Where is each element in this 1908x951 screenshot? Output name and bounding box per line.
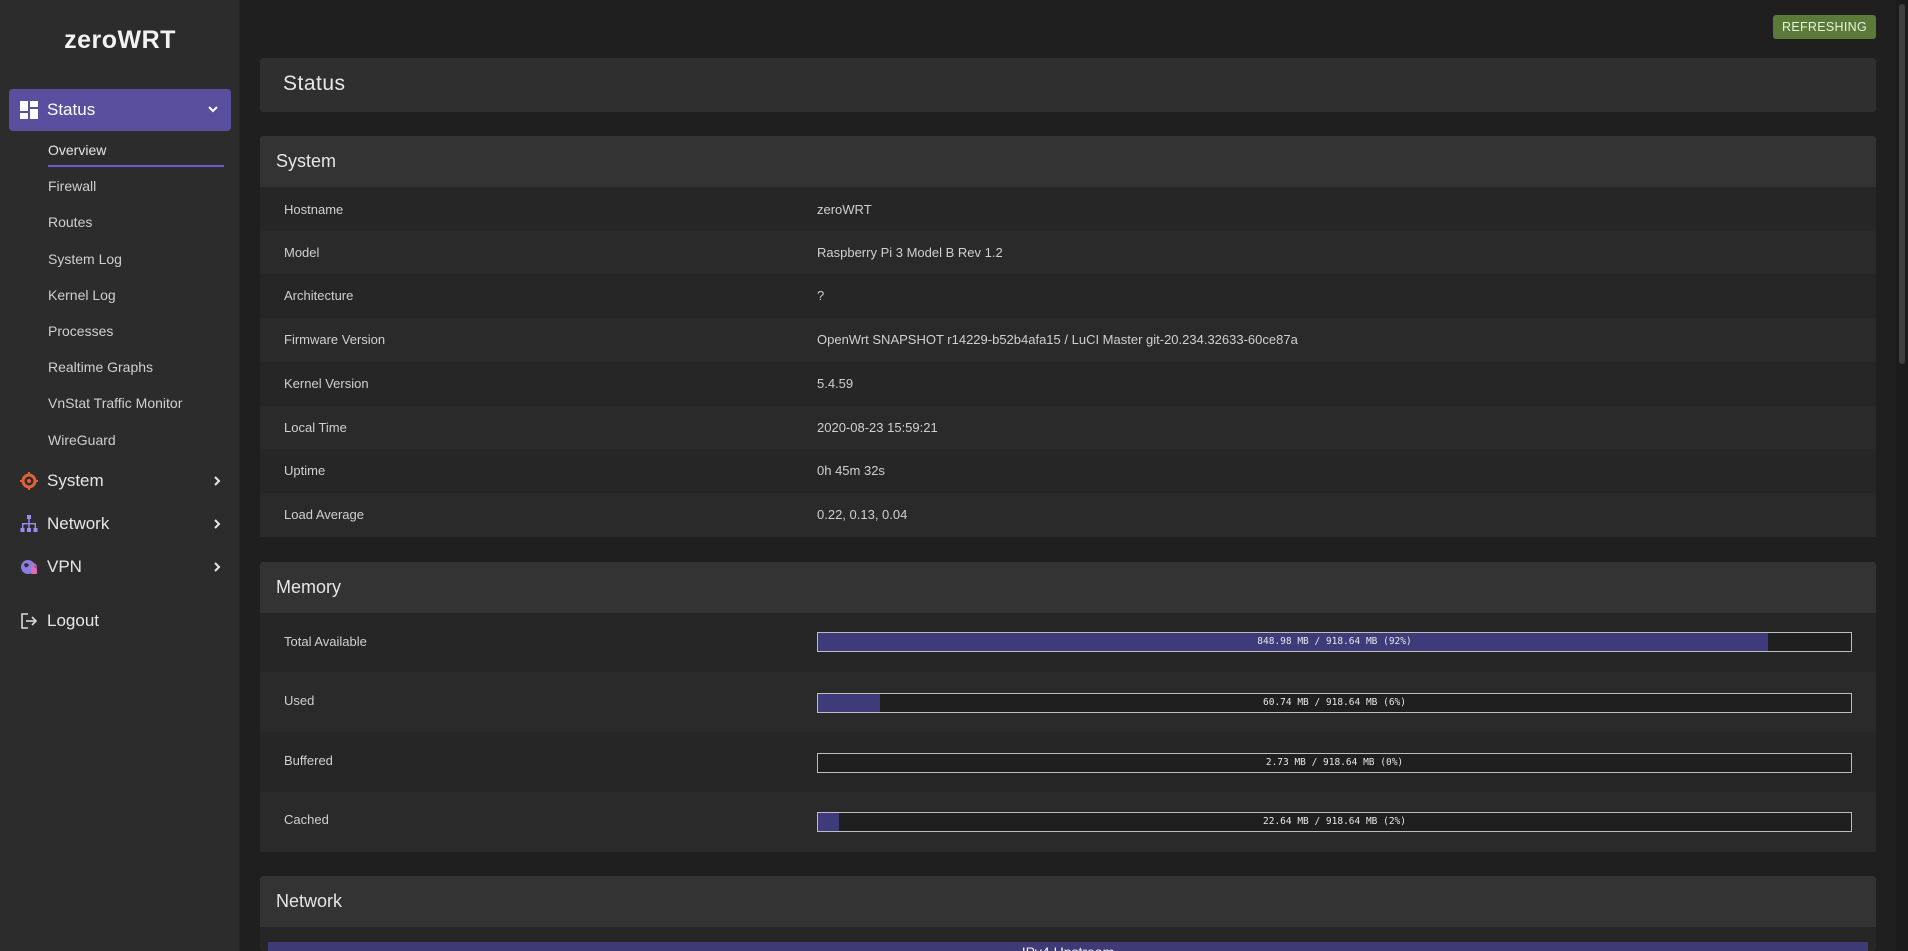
network-section-header: Network (260, 876, 1876, 927)
progress-text: 60.74 MB / 918.64 MB (6%) (1263, 697, 1406, 708)
sidebar: zeroWRT Status Overview Firewall Routes … (0, 0, 240, 951)
chevron-down-icon (208, 106, 218, 113)
row-value: 0.22, 0.13, 0.04 (817, 507, 908, 522)
brand-logo[interactable]: zeroWRT (0, 26, 240, 55)
table-row: Uptime 0h 45m 32s (260, 449, 1876, 493)
row-key: Buffered (284, 753, 333, 768)
sidebar-item-wireguard[interactable]: WireGuard (48, 432, 116, 448)
chevron-right-icon (214, 562, 221, 572)
row-key: Model (284, 245, 320, 260)
row-value: OpenWrt SNAPSHOT r14229-b52b4afa15 / LuC… (817, 332, 1298, 347)
table-row: Firmware Version OpenWrt SNAPSHOT r14229… (260, 318, 1876, 362)
nav-status-label: Status (47, 100, 96, 119)
system-section: System Hostname zeroWRT Model Raspberry … (260, 136, 1876, 537)
memory-row: Used 60.74 MB / 918.64 MB (6%) (260, 672, 1876, 732)
row-key: Total Available (284, 634, 367, 649)
ipv4-upstream-header: IPv4 Upstream (268, 942, 1868, 951)
active-indicator (48, 165, 224, 167)
nav-system-label: System (47, 471, 104, 490)
progress-text: 848.98 MB / 918.64 MB (92%) (1257, 636, 1412, 647)
nav-vpn-label: VPN (47, 557, 82, 576)
row-key: Load Average (284, 507, 364, 522)
system-section-title: System (276, 151, 337, 171)
globe-lock-icon (21, 560, 37, 574)
row-key: Cached (284, 812, 329, 827)
nav-network[interactable]: Network (18, 511, 224, 537)
network-tree-icon (20, 515, 38, 532)
row-value: 2020-08-23 15:59:21 (817, 420, 938, 435)
row-key: Hostname (284, 202, 344, 217)
network-section-title: Network (276, 891, 343, 911)
sidebar-item-system-log[interactable]: System Log (48, 251, 122, 267)
gear-icon (20, 472, 38, 490)
table-row: Local Time 2020-08-23 15:59:21 (260, 406, 1876, 449)
row-key: Local Time (284, 420, 347, 435)
chevron-right-icon (214, 476, 221, 486)
table-row: Load Average 0.22, 0.13, 0.04 (260, 493, 1876, 537)
network-section: Network IPv4 Upstream (260, 876, 1876, 951)
row-value: 5.4.59 (817, 376, 854, 391)
page-title: Status (283, 72, 346, 95)
table-row: Model Raspberry Pi 3 Model B Rev 1.2 (260, 231, 1876, 274)
nav-status[interactable]: Status (9, 89, 231, 131)
chevron-right-icon (214, 519, 221, 529)
memory-row: Total Available 848.98 MB / 918.64 MB (9… (260, 613, 1876, 672)
memory-row: Buffered 2.73 MB / 918.64 MB (0%) (260, 732, 1876, 792)
sidebar-item-overview[interactable]: Overview (48, 142, 106, 158)
sidebar-item-routes[interactable]: Routes (48, 214, 92, 230)
system-section-header: System (260, 136, 1876, 187)
row-key: Firmware Version (284, 332, 386, 347)
progress-text: 22.64 MB / 918.64 MB (2%) (1263, 816, 1406, 827)
table-row: Architecture ? (260, 274, 1876, 318)
row-value: ? (817, 288, 825, 303)
memory-row: Cached 22.64 MB / 918.64 MB (2%) (260, 792, 1876, 852)
row-key: Used (284, 693, 315, 708)
memory-progress-bar: 60.74 MB / 918.64 MB (6%) (817, 693, 1852, 713)
row-key: Architecture (284, 288, 354, 303)
memory-progress-bar: 848.98 MB / 918.64 MB (92%) (817, 632, 1852, 652)
memory-section: Memory Total Available 848.98 MB / 918.6… (260, 562, 1876, 852)
sidebar-item-realtime-graphs[interactable]: Realtime Graphs (48, 359, 153, 375)
nav-vpn[interactable]: VPN (18, 554, 224, 580)
sidebar-item-firewall[interactable]: Firewall (48, 178, 96, 194)
row-value: Raspberry Pi 3 Model B Rev 1.2 (817, 245, 1003, 260)
row-key: Kernel Version (284, 376, 369, 391)
nav-system[interactable]: System (18, 468, 224, 494)
refreshing-badge[interactable]: REFRESHING (1773, 15, 1876, 39)
sidebar-item-processes[interactable]: Processes (48, 323, 113, 339)
table-row: Hostname zeroWRT (260, 187, 1876, 231)
sidebar-item-vnstat[interactable]: VnStat Traffic Monitor (48, 395, 182, 411)
table-row: Kernel Version 5.4.59 (260, 362, 1876, 406)
sidebar-item-kernel-log[interactable]: Kernel Log (48, 287, 116, 303)
logout-icon (21, 613, 38, 629)
progress-text: 2.73 MB / 918.64 MB (0%) (1265, 757, 1404, 768)
scrollbar-thumb[interactable] (1899, 4, 1905, 364)
memory-section-header: Memory (260, 562, 1876, 613)
page-title-box: Status (260, 58, 1876, 112)
nav-logout-label: Logout (47, 611, 99, 630)
memory-progress-bar: 22.64 MB / 918.64 MB (2%) (817, 812, 1852, 832)
memory-progress-bar: 2.73 MB / 918.64 MB (0%) (817, 753, 1852, 773)
page-scrollbar[interactable] (1896, 0, 1908, 951)
memory-section-title: Memory (276, 577, 342, 597)
row-value: zeroWRT (817, 202, 872, 217)
nav-network-label: Network (47, 514, 110, 533)
row-value: 0h 45m 32s (817, 463, 885, 478)
row-key: Uptime (284, 463, 326, 478)
nav-logout[interactable]: Logout (18, 608, 224, 634)
dashboard-icon (20, 101, 38, 119)
